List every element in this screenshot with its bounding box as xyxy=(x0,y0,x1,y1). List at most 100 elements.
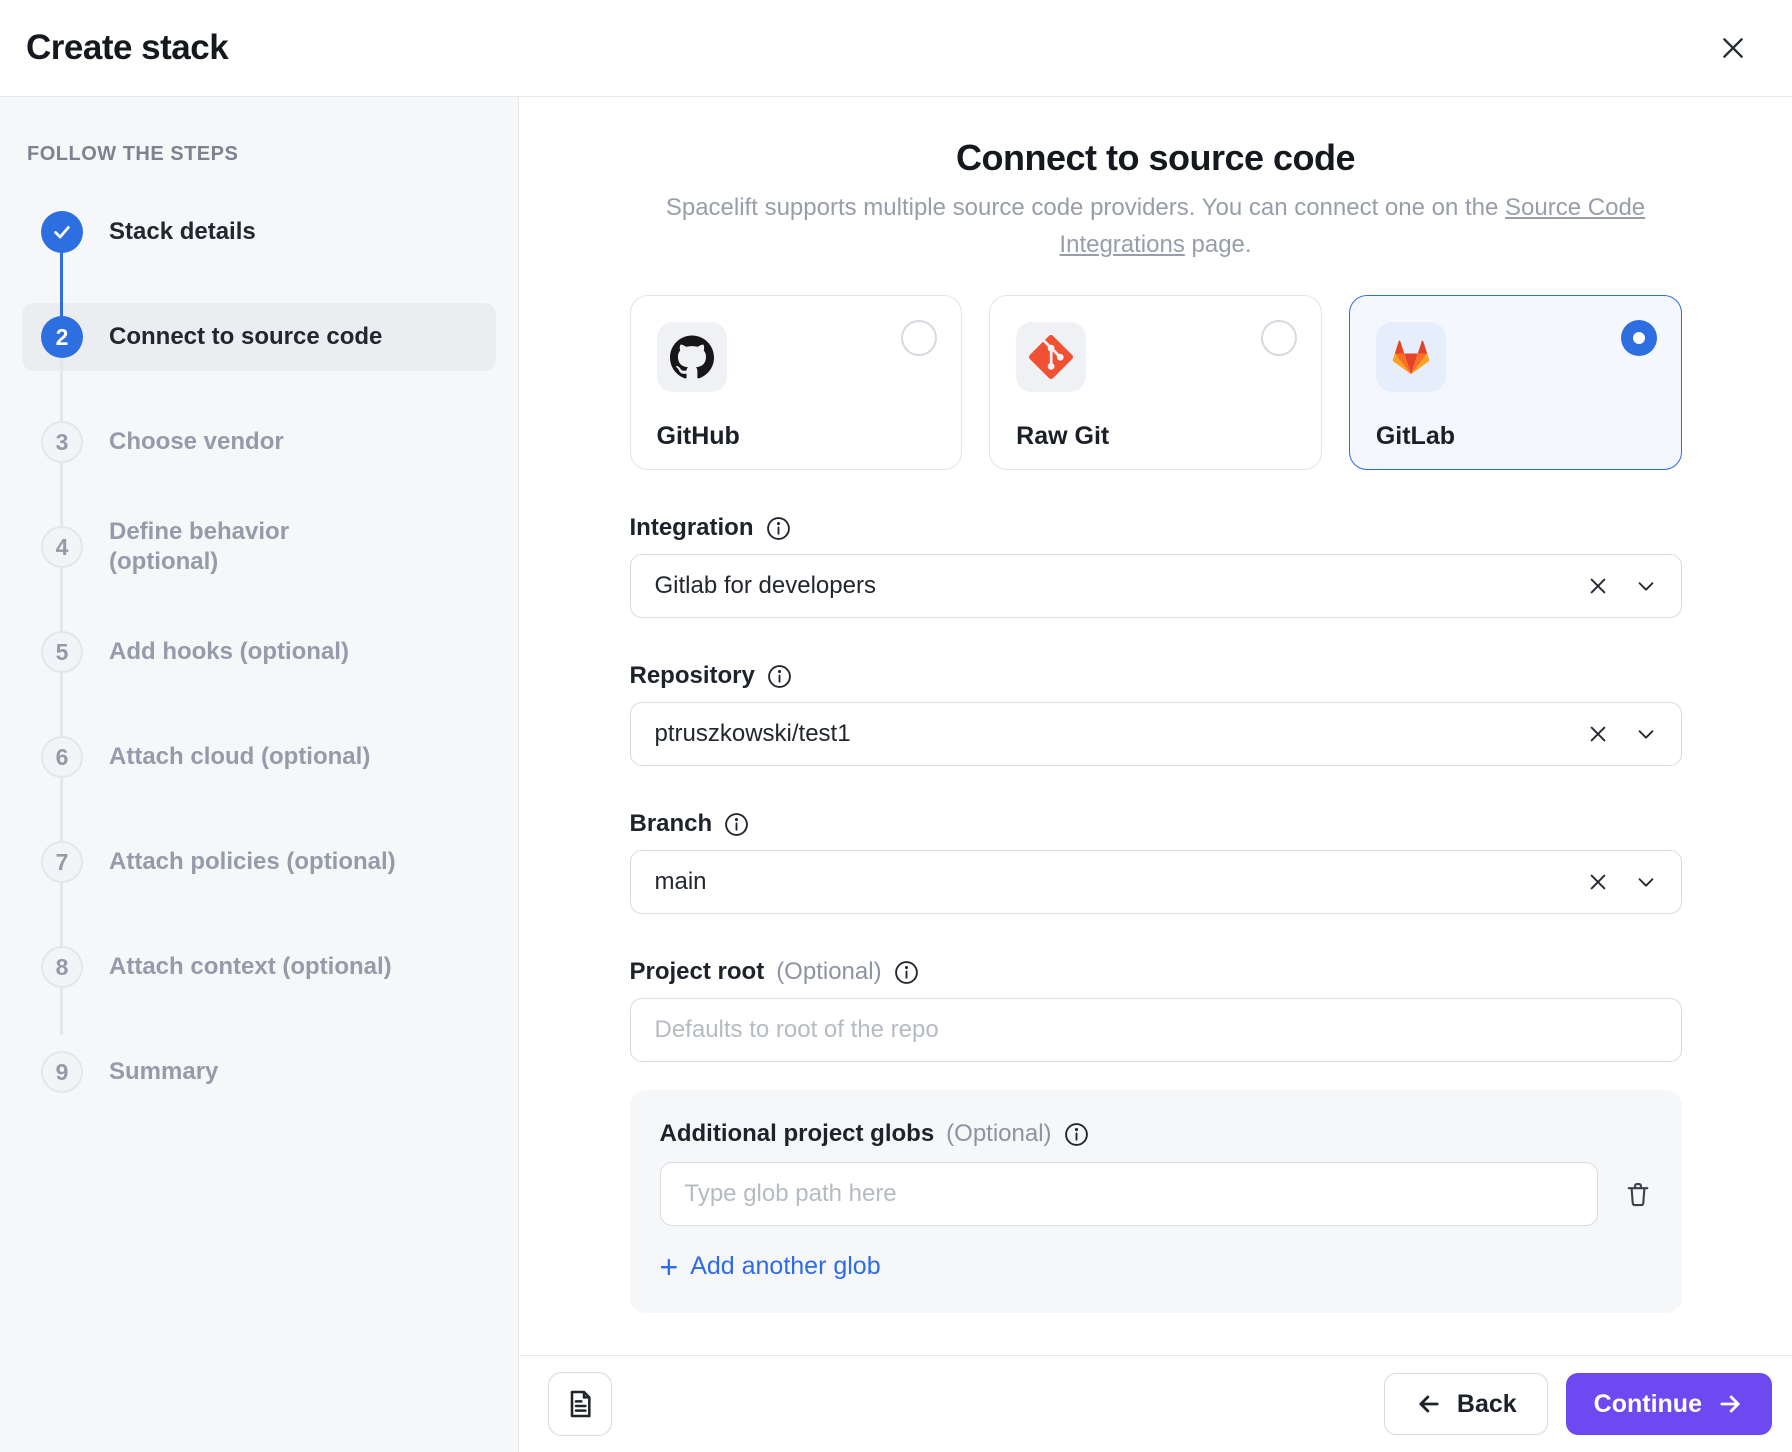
continue-button[interactable]: Continue xyxy=(1566,1373,1772,1435)
clear-icon[interactable] xyxy=(1587,723,1609,745)
sidebar-heading: FOLLOW THE STEPS xyxy=(27,143,518,166)
glob-row xyxy=(660,1162,1652,1226)
provider-cards: GitHub Raw Git xyxy=(630,295,1682,470)
info-icon[interactable] xyxy=(894,960,919,985)
document-icon xyxy=(564,1388,596,1420)
step-summary[interactable]: 9 Summary xyxy=(22,1038,496,1106)
step-attach-cloud[interactable]: 6 Attach cloud (optional) xyxy=(22,723,496,791)
step-7-circle: 7 xyxy=(41,841,83,883)
provider-card-raw-git[interactable]: Raw Git xyxy=(989,295,1322,470)
repository-select[interactable]: ptruszkowski/test1 xyxy=(630,702,1682,766)
step-label: Connect to source code xyxy=(109,322,382,352)
chevron-down-icon[interactable] xyxy=(1635,871,1657,893)
step-stack-details[interactable]: Stack details xyxy=(22,198,496,266)
provider-card-gitlab[interactable]: GitLab xyxy=(1349,295,1682,470)
back-label: Back xyxy=(1457,1390,1517,1419)
project-globs-panel: Additional project globs (Optional) xyxy=(630,1090,1682,1313)
step-5-circle: 5 xyxy=(41,631,83,673)
field-label-text: Repository xyxy=(630,662,755,690)
integration-label: Integration xyxy=(630,514,1682,542)
clear-icon[interactable] xyxy=(1587,575,1609,597)
step-label: Summary xyxy=(109,1057,218,1087)
field-label-text: Additional project globs xyxy=(660,1120,935,1148)
chevron-down-icon[interactable] xyxy=(1635,575,1657,597)
modal-header: Create stack xyxy=(0,0,1792,97)
trash-icon xyxy=(1624,1180,1652,1208)
provider-card-github[interactable]: GitHub xyxy=(630,295,963,470)
step-attach-policies[interactable]: 7 Attach policies (optional) xyxy=(22,828,496,896)
step-label: Attach context (optional) xyxy=(109,952,392,982)
branch-value: main xyxy=(655,868,1587,896)
step-add-hooks[interactable]: 5 Add hooks (optional) xyxy=(22,618,496,686)
info-icon[interactable] xyxy=(724,812,749,837)
github-icon xyxy=(670,335,714,379)
chevron-down-icon[interactable] xyxy=(1635,723,1657,745)
create-stack-modal: Create stack FOLLOW THE STEPS Stack deta… xyxy=(0,0,1792,1452)
field-label-text: Branch xyxy=(630,810,713,838)
close-icon xyxy=(1720,35,1746,61)
arrow-left-icon xyxy=(1415,1390,1443,1418)
clear-icon[interactable] xyxy=(1587,871,1609,893)
step-6-circle: 6 xyxy=(41,736,83,778)
step-label: Stack details xyxy=(109,217,256,247)
branch-label: Branch xyxy=(630,810,1682,838)
field-label-text: Project root xyxy=(630,958,765,986)
step-attach-context[interactable]: 8 Attach context (optional) xyxy=(22,933,496,1001)
step-connect-to-source-code[interactable]: 2 Connect to source code xyxy=(22,303,496,371)
step-4-circle: 4 xyxy=(41,526,83,568)
arrow-right-icon xyxy=(1716,1390,1744,1418)
project-root-label: Project root (Optional) xyxy=(630,958,1682,986)
step-8-circle: 8 xyxy=(41,946,83,988)
info-icon[interactable] xyxy=(766,516,791,541)
info-icon[interactable] xyxy=(1064,1122,1089,1147)
field-label-text: Integration xyxy=(630,514,754,542)
repository-value: ptruszkowski/test1 xyxy=(655,720,1587,748)
add-another-glob-button[interactable]: + Add another glob xyxy=(660,1252,881,1281)
close-button[interactable] xyxy=(1714,29,1752,67)
delete-glob-button[interactable] xyxy=(1624,1180,1652,1208)
provider-label: GitLab xyxy=(1376,422,1455,451)
step-label: Choose vendor xyxy=(109,427,284,457)
gitlab-tile xyxy=(1376,322,1446,392)
git-icon xyxy=(1029,335,1073,379)
integration-value: Gitlab for developers xyxy=(655,572,1587,600)
step-define-behavior[interactable]: 4 Define behavior (optional) xyxy=(22,513,496,581)
raw-git-tile xyxy=(1016,322,1086,392)
step-label: Add hooks (optional) xyxy=(109,637,349,667)
view-config-button[interactable] xyxy=(548,1372,612,1436)
subtitle-suffix: page. xyxy=(1192,231,1252,258)
branch-select[interactable]: main xyxy=(630,850,1682,914)
project-root-input[interactable] xyxy=(630,998,1682,1062)
provider-label: Raw Git xyxy=(1016,422,1109,451)
raw-git-radio[interactable] xyxy=(1261,320,1297,356)
github-radio[interactable] xyxy=(901,320,937,356)
gitlab-radio[interactable] xyxy=(1621,320,1657,356)
github-tile xyxy=(657,322,727,392)
info-icon[interactable] xyxy=(767,664,792,689)
optional-tag: (Optional) xyxy=(776,958,881,986)
page-title: Connect to source code xyxy=(630,137,1682,179)
modal-title: Create stack xyxy=(26,28,228,68)
steps-list: Stack details 2 Connect to source code 3… xyxy=(0,198,518,1106)
step-choose-vendor[interactable]: 3 Choose vendor xyxy=(22,408,496,476)
step-2-circle: 2 xyxy=(41,316,83,358)
back-button[interactable]: Back xyxy=(1384,1373,1548,1435)
step-content: Connect to source code Spacelift support… xyxy=(519,97,1792,1355)
step-1-circle xyxy=(41,211,83,253)
plus-icon: + xyxy=(660,1254,679,1280)
step-9-circle: 9 xyxy=(41,1051,83,1093)
integration-select[interactable]: Gitlab for developers xyxy=(630,554,1682,618)
steps-sidebar: FOLLOW THE STEPS Stack details 2 Connect… xyxy=(0,97,519,1452)
globs-label: Additional project globs (Optional) xyxy=(660,1120,1652,1148)
continue-label: Continue xyxy=(1594,1390,1702,1419)
add-glob-label: Add another glob xyxy=(690,1252,880,1281)
step-label: Attach policies (optional) xyxy=(109,847,396,877)
step-3-circle: 3 xyxy=(41,421,83,463)
glob-path-input[interactable] xyxy=(660,1162,1598,1226)
optional-tag: (Optional) xyxy=(946,1120,1051,1148)
step-label: Define behavior (optional) xyxy=(109,517,319,577)
gitlab-icon xyxy=(1389,335,1433,379)
repository-label: Repository xyxy=(630,662,1682,690)
check-icon xyxy=(51,221,73,243)
step-label: Attach cloud (optional) xyxy=(109,742,370,772)
